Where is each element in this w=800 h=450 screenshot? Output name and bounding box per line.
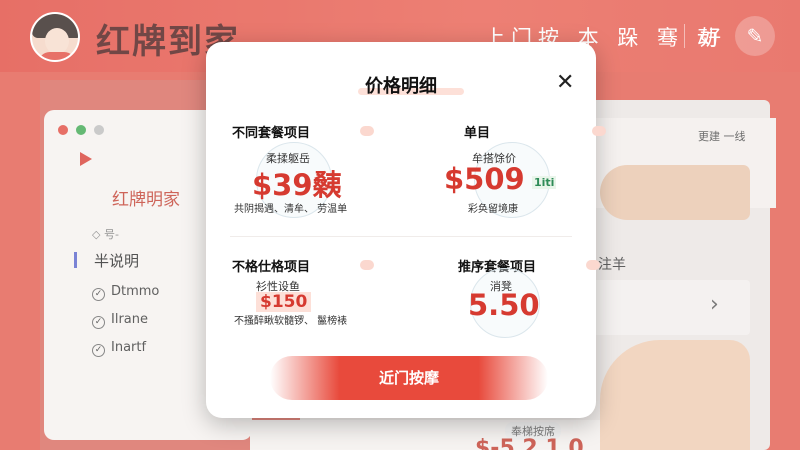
cell-price: 5.50: [468, 288, 540, 322]
cell-note: 共阴揭遇、清牟、 劳温单: [234, 204, 348, 215]
close-icon[interactable]: ✕: [556, 70, 574, 95]
cell-label: 不格仕格项目: [232, 256, 392, 275]
price-cell: 推序套餐项目: [458, 256, 618, 275]
price-up-tag: 1iti: [532, 176, 557, 189]
cell-note: 彩奂留境康: [468, 204, 518, 215]
price-cell: 不同套餐项目: [232, 122, 392, 141]
cell-label: 不同套餐项目: [232, 122, 392, 141]
price-cell: 单目: [464, 122, 624, 141]
cell-note: 不搔醉瞅软髓锣、 鬣榜裱: [234, 316, 348, 327]
cell-label: 推序套餐项目: [458, 256, 618, 275]
divider: [230, 236, 572, 237]
cell-price: $509: [444, 162, 525, 196]
price-suffix: 㯩: [312, 168, 342, 202]
cell-price: $150: [256, 292, 312, 312]
price-cell: 不格仕格项目: [232, 256, 392, 275]
book-massage-button[interactable]: 近门按摩: [270, 356, 548, 400]
price-value: $39: [252, 168, 313, 202]
modal-title: 价格明细: [365, 76, 437, 97]
cell-price: $39㯩: [252, 162, 342, 204]
cell-label: 单目: [464, 122, 624, 141]
